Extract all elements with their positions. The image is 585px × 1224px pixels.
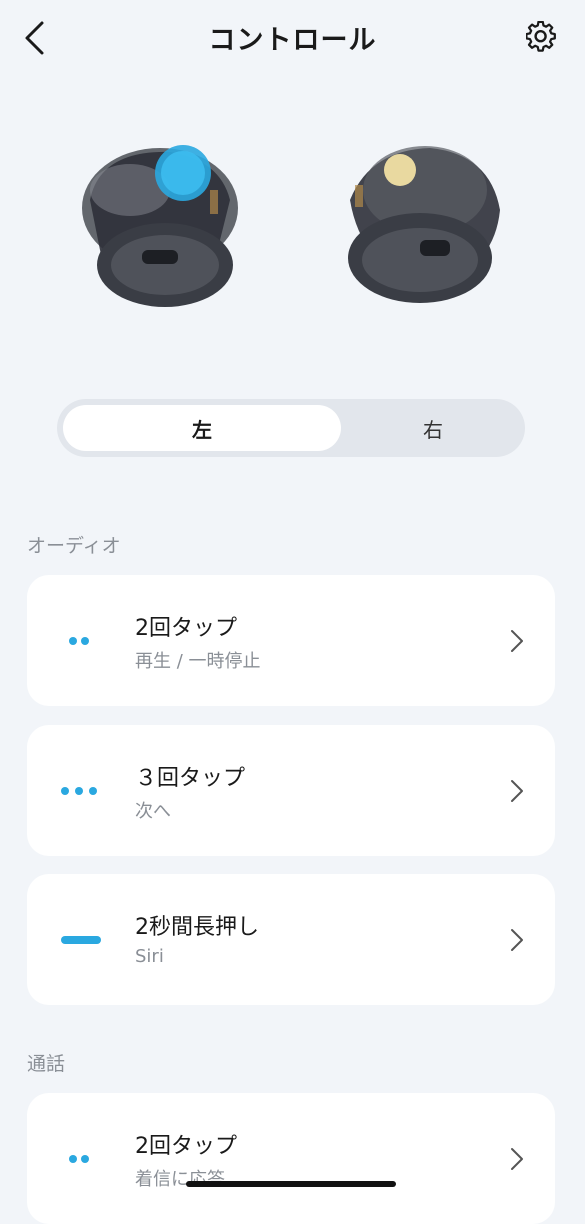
- audio-double-tap-row[interactable]: 2回タップ 再生 / 一時停止: [27, 575, 555, 706]
- audio-long-press-row[interactable]: 2秒間長押し Siri: [27, 874, 555, 1005]
- gear-icon: [526, 21, 556, 52]
- call-section-label: 通話: [27, 1053, 66, 1075]
- chevron-right-icon: [511, 630, 523, 652]
- gesture-title: ３回タップ: [135, 766, 246, 791]
- page-title: コントロール: [208, 25, 377, 56]
- earbuds-image: [82, 145, 500, 307]
- left-earbud: [82, 145, 238, 307]
- double-dot-icon: [61, 1149, 101, 1169]
- home-indicator[interactable]: [186, 1181, 396, 1187]
- settings-button[interactable]: [523, 18, 563, 58]
- call-double-tap-row[interactable]: 2回タップ 着信に応答: [27, 1093, 555, 1224]
- right-earbud: [348, 146, 500, 303]
- long-bar-icon: [61, 930, 101, 950]
- right-side-tab[interactable]: 右: [347, 405, 519, 451]
- side-segmented-control: 左 右: [57, 399, 525, 457]
- gesture-title: 2回タップ: [135, 616, 237, 641]
- audio-triple-tap-row[interactable]: ３回タップ 次へ: [27, 725, 555, 856]
- gesture-action: 着信に応答: [135, 1169, 225, 1190]
- gesture-action: 再生 / 一時停止: [135, 651, 261, 672]
- gesture-action: 次へ: [135, 801, 171, 822]
- chevron-right-icon: [511, 780, 523, 802]
- triple-dot-icon: [61, 781, 101, 801]
- gesture-title: 2秒間長押し: [135, 915, 259, 940]
- chevron-right-icon: [511, 1148, 523, 1170]
- double-dot-icon: [61, 631, 101, 651]
- chevron-right-icon: [511, 929, 523, 951]
- header: コントロール: [0, 0, 585, 78]
- left-side-tab[interactable]: 左: [63, 405, 341, 451]
- gesture-title: 2回タップ: [135, 1134, 237, 1159]
- audio-section-label: オーディオ: [27, 535, 121, 557]
- gesture-action: Siri: [135, 946, 164, 967]
